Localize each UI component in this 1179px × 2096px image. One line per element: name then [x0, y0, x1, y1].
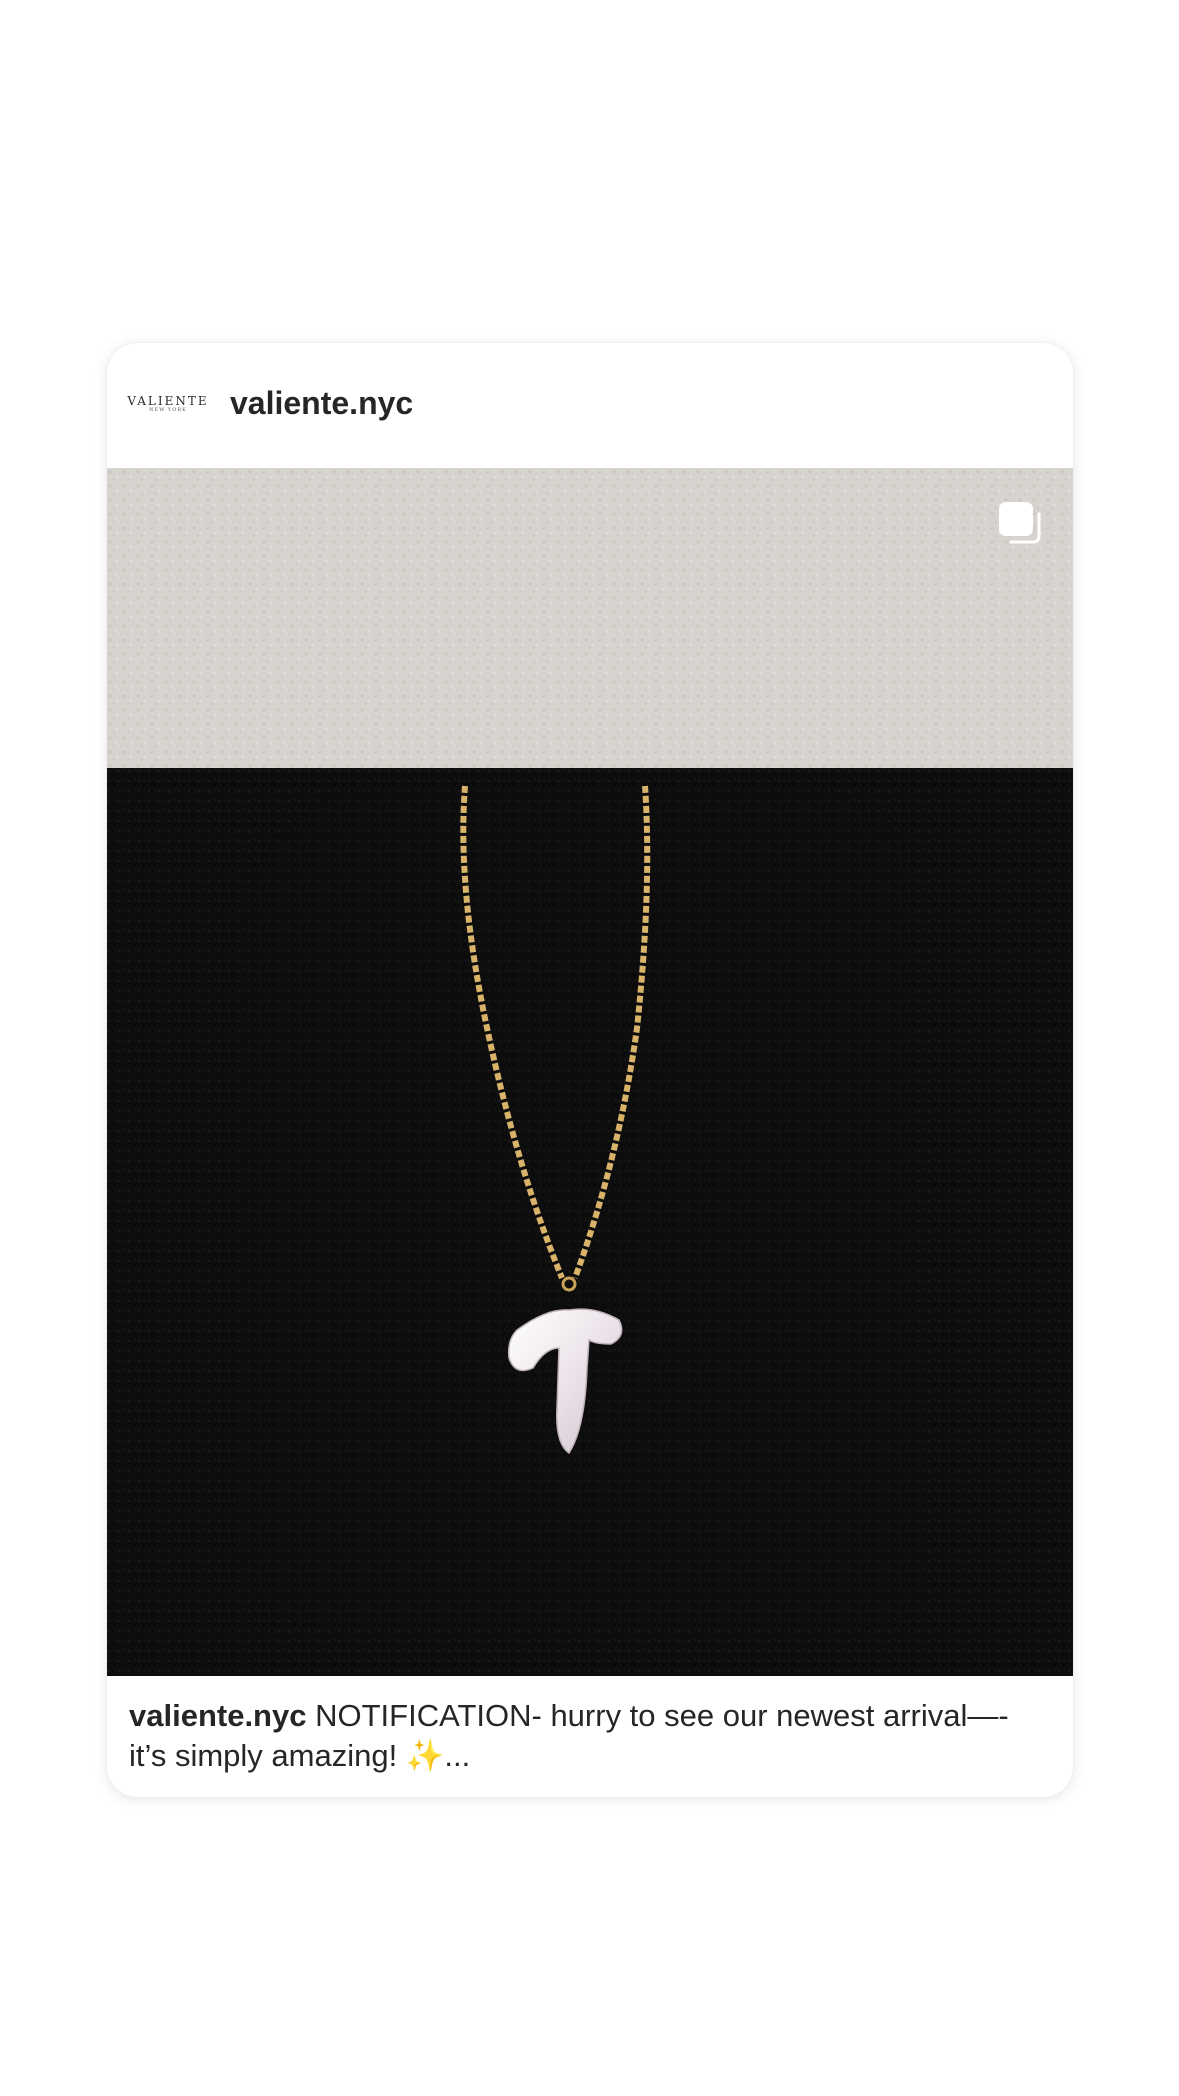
- avatar-sub-text: NEW YORK: [149, 407, 187, 413]
- necklace-photo: [107, 468, 1073, 1676]
- post-header: VALIENTE NEW YORK valiente.nyc: [107, 343, 1073, 468]
- post-caption: valiente.nyc NOTIFICATION- hurry to see …: [129, 1696, 1049, 1776]
- caption-username[interactable]: valiente.nyc: [129, 1698, 306, 1733]
- post-card[interactable]: VALIENTE NEW YORK valiente.nyc valiente.…: [107, 343, 1073, 1797]
- post-username[interactable]: valiente.nyc: [230, 383, 413, 423]
- avatar[interactable]: VALIENTE NEW YORK: [127, 390, 209, 418]
- avatar-brand-text: VALIENTE: [127, 394, 209, 408]
- carousel-icon: [997, 500, 1043, 546]
- post-photo[interactable]: [107, 468, 1073, 1676]
